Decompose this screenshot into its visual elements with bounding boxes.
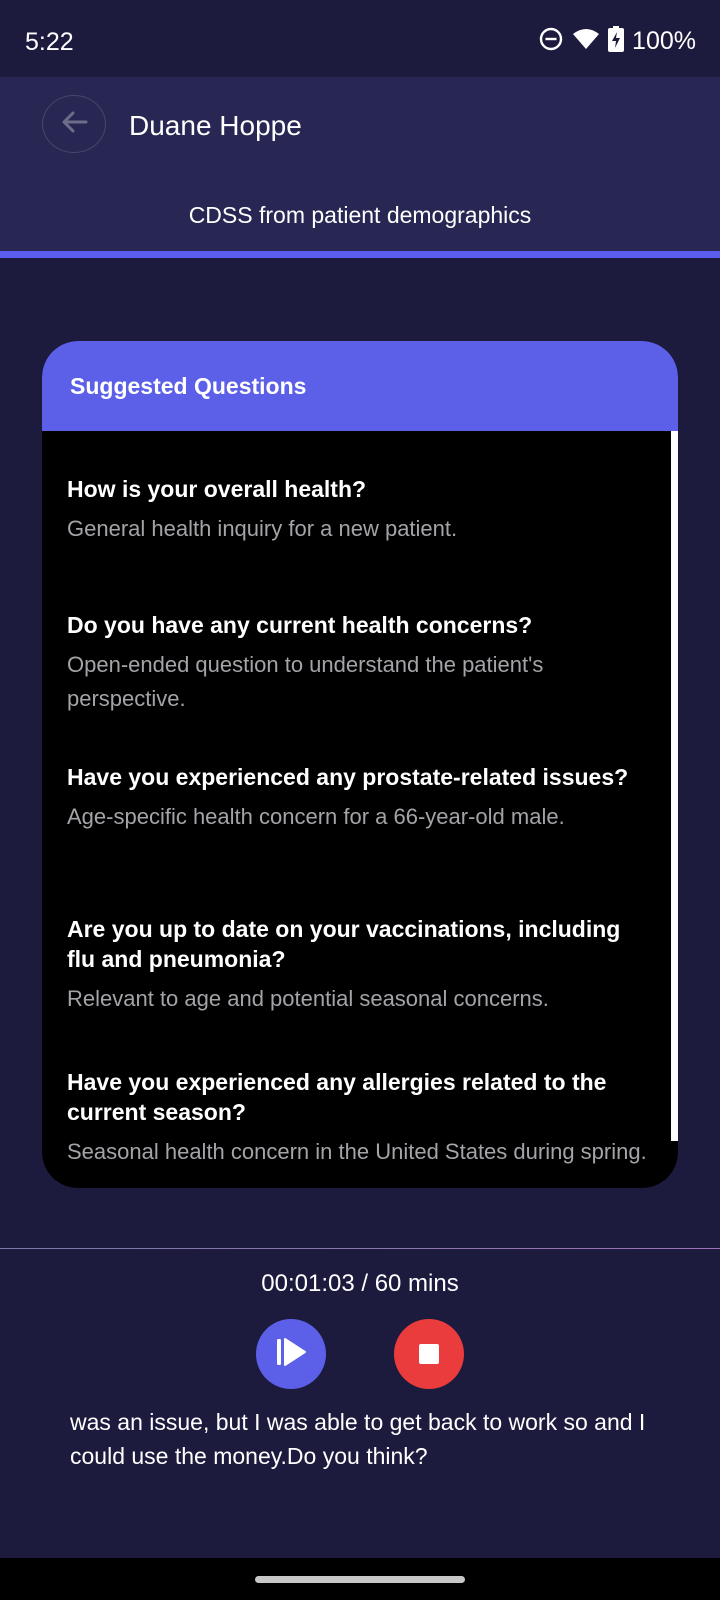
do-not-disturb-icon [538,26,564,57]
status-icons: 100% [538,26,696,57]
question-item[interactable]: How is your overall health? General heal… [67,474,652,546]
question-rationale: Relevant to age and potential seasonal c… [67,986,549,1011]
arrow-left-icon [60,110,88,139]
live-transcript: was an issue, but I was able to get back… [70,1409,646,1469]
status-bar: 5:22 100% [0,0,720,77]
tab-cdss[interactable]: CDSS from patient demographics [0,202,720,229]
back-button[interactable] [42,95,106,153]
patient-name: Duane Hoppe [129,110,302,141]
resume-icon [274,1337,308,1372]
card-header: Suggested Questions [42,341,678,431]
tab-indicator [0,251,720,258]
divider [0,1248,720,1249]
question-rationale: Age-specific health concern for a 66-yea… [67,804,565,829]
recording-timer: 00:01:03 / 60 mins [261,1270,459,1297]
wifi-icon [572,27,600,56]
question-item[interactable]: Are you up to date on your vaccinations,… [67,914,652,1016]
question-text: Are you up to date on your vaccinations,… [67,916,621,972]
scrollbar[interactable] [671,431,678,1141]
question-item[interactable]: Have you experienced any allergies relat… [67,1067,652,1169]
battery-percentage: 100% [632,27,696,55]
question-text: How is your overall health? [67,476,367,502]
question-text: Do you have any current health concerns? [67,612,533,638]
question-rationale: Seasonal health concern in the United St… [67,1139,647,1164]
card-title: Suggested Questions [70,372,307,399]
resume-button[interactable] [256,1319,326,1389]
app-header: Duane Hoppe CDSS from patient demographi… [0,77,720,251]
question-rationale: General health inquiry for a new patient… [67,516,458,541]
question-item[interactable]: Have you experienced any prostate-relate… [67,762,652,834]
stop-icon [419,1344,439,1364]
question-item[interactable]: Do you have any current health concerns?… [67,610,652,716]
question-rationale: Open-ended question to understand the pa… [67,652,544,711]
questions-list[interactable]: How is your overall health? General heal… [42,431,678,1188]
battery-charging-icon [608,26,625,57]
suggested-questions-card: Suggested Questions How is your overall … [42,341,678,1188]
question-text: Have you experienced any allergies relat… [67,1069,607,1125]
stop-button[interactable] [394,1319,464,1389]
status-time: 5:22 [25,28,74,56]
question-text: Have you experienced any prostate-relate… [67,764,629,790]
home-indicator[interactable] [255,1576,465,1583]
